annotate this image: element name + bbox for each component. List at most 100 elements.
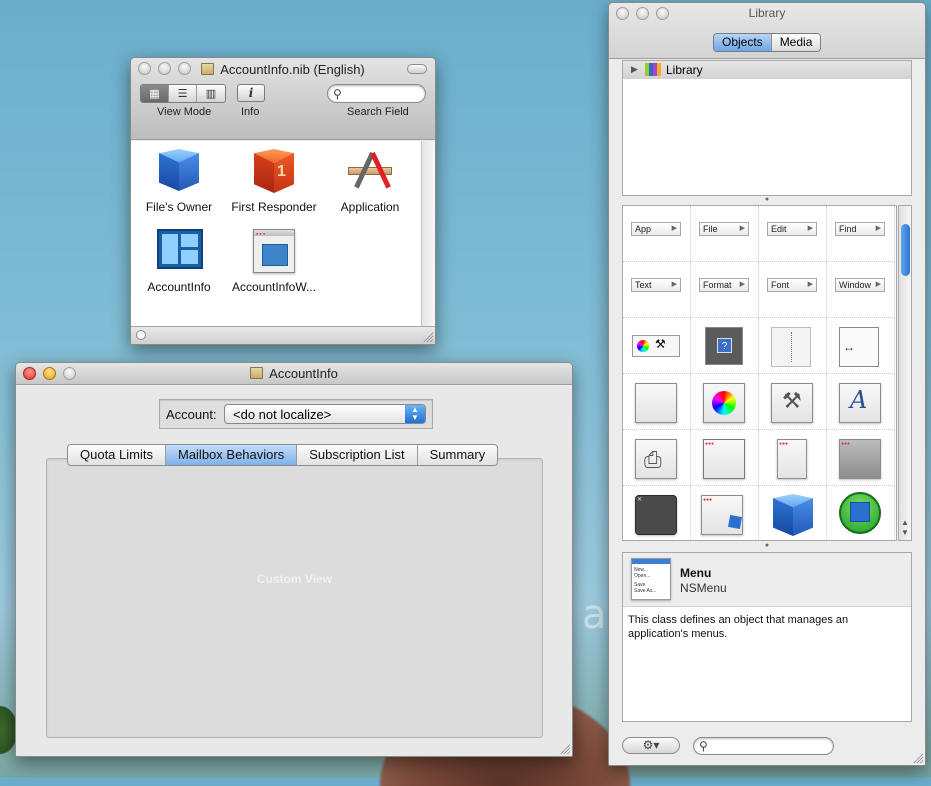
account-info-window: AccountInfo Account: <do not localize> ▲… <box>15 362 573 757</box>
account-popup-value: <do not localize> <box>233 407 332 422</box>
nib-search-input[interactable] <box>348 86 420 101</box>
account-titlebar[interactable]: AccountInfo <box>16 363 572 385</box>
arrow-right-icon: ▶ <box>807 281 813 288</box>
color-wheel-icon <box>712 391 736 415</box>
desktop-wallpaper-letter: a <box>582 592 607 638</box>
arrow-right-icon: ▶ <box>875 281 881 288</box>
scroll-arrows-icon[interactable]: ▲ ▼ <box>901 518 909 538</box>
library-item-print[interactable]: ⎙ <box>623 430 691 486</box>
blue-cube-icon <box>728 515 742 529</box>
tree-row-library[interactable]: ▶ Library <box>623 61 911 79</box>
nib-object-accountinfo-window[interactable]: ●●● AccountInfoW... <box>226 229 322 294</box>
arrow-right-icon: ▶ <box>739 225 745 232</box>
library-segment-control: Objects Media <box>713 33 822 52</box>
tools-icon: ⚒ <box>655 337 666 351</box>
library-item-flexible-space[interactable]: ↔ <box>827 318 895 374</box>
disclosure-triangle-icon[interactable]: ▶ <box>631 64 638 75</box>
library-item-toolbar-items[interactable]: ⚒ <box>623 318 691 374</box>
account-label: Account: <box>166 407 217 422</box>
resize-grip-icon[interactable] <box>422 331 433 342</box>
custom-view-placeholder: Custom View <box>256 572 333 586</box>
library-item-text-menu[interactable]: Text ▶ <box>623 262 691 318</box>
tab-mailbox-behaviors[interactable]: Mailbox Behaviors <box>165 445 298 465</box>
library-item-controller[interactable] <box>827 486 895 540</box>
library-item-edit-menu[interactable]: Edit ▶ <box>759 206 827 262</box>
gear-icon: ⚙▾ <box>642 738 660 752</box>
action-menu-button[interactable]: ⚙▾ <box>622 737 680 754</box>
segment-objects[interactable]: Objects <box>714 34 772 51</box>
list-view-icon[interactable]: ☰ <box>169 85 197 102</box>
tab-subscription-list[interactable]: Subscription List <box>297 445 418 465</box>
icon-view-icon[interactable]: ▦ <box>141 85 169 102</box>
segment-media[interactable]: Media <box>771 34 821 51</box>
nib-window-title: AccountInfo.nib (English) <box>131 62 435 77</box>
object-class-name: NSMenu <box>680 581 727 595</box>
library-item-object[interactable] <box>759 486 827 540</box>
library-item-textured-window[interactable]: ●●● <box>759 430 827 486</box>
scrollbar-thumb[interactable] <box>901 224 910 276</box>
library-item-customize-toolbar[interactable]: ⚒ <box>759 374 827 430</box>
arrow-right-icon: ▶ <box>739 281 745 288</box>
object-description-header: New... Open... Save Save As... Menu NSMe… <box>623 553 911 607</box>
resize-grip-icon[interactable] <box>559 743 570 754</box>
window-icon: ●●● <box>253 229 295 273</box>
tab-view: Custom View <box>46 458 543 738</box>
library-item-app-menu[interactable]: App ▶ <box>623 206 691 262</box>
close-icon: ✕ <box>637 497 643 503</box>
nib-titlebar[interactable]: AccountInfo.nib (English) ▦ ☰ ▥ View Mod… <box>131 58 435 140</box>
tab-quota-limits[interactable]: Quota Limits <box>68 445 166 465</box>
printer-icon: ⎙ <box>644 447 662 472</box>
resize-grip-icon[interactable] <box>912 752 923 763</box>
view-mode-control[interactable]: ▦ ☰ ▥ <box>140 84 226 103</box>
library-search-field[interactable]: ⚲ <box>693 737 834 755</box>
info-button[interactable]: i <box>237 84 265 102</box>
window-controls-icon: ●●● <box>703 497 713 503</box>
library-item-fonts[interactable]: A <box>827 374 895 430</box>
library-item-view[interactable] <box>623 374 691 430</box>
application-icon <box>348 149 392 193</box>
nib-vertical-scrollbar[interactable] <box>421 141 435 326</box>
blue-cube-icon <box>773 494 813 536</box>
account-window-title: AccountInfo <box>16 366 572 381</box>
tab-bar: Quota Limits Mailbox Behaviors Subscript… <box>67 444 499 466</box>
window-proxy-icon <box>250 367 264 379</box>
library-item-font-menu[interactable]: Font ▶ <box>759 262 827 318</box>
library-item-window-controller[interactable]: ●●● <box>691 486 759 540</box>
library-item-help-button[interactable]: ? <box>691 318 759 374</box>
nib-object-accountinfo[interactable]: AccountInfo <box>131 229 227 294</box>
library-item-window-menu[interactable]: Window ▶ <box>827 262 895 318</box>
library-search-input[interactable] <box>714 739 826 753</box>
library-item-find-menu[interactable]: Find ▶ <box>827 206 895 262</box>
nib-objects-area: File's Owner 1 First Responder Applicati… <box>131 141 421 326</box>
nib-document-window: AccountInfo.nib (English) ▦ ☰ ▥ View Mod… <box>130 57 436 345</box>
library-item-format-menu[interactable]: Format ▶ <box>691 262 759 318</box>
arrow-right-icon: ▶ <box>875 225 881 232</box>
account-popup-button[interactable]: <do not localize> ▲ ▼ <box>224 404 426 424</box>
menu-preview-icon: New... Open... Save Save As... <box>631 558 671 600</box>
library-titlebar[interactable]: Library Objects Media <box>609 3 925 59</box>
arrow-right-icon: ▶ <box>671 281 677 288</box>
object-description-pane: New... Open... Save Save As... Menu NSMe… <box>622 552 912 722</box>
account-window-body: Account: <do not localize> ▲ ▼ Custom Vie… <box>16 386 572 756</box>
library-grid-scrollbar[interactable]: ▲ ▼ <box>898 205 912 541</box>
nib-object-first-responder[interactable]: 1 First Responder <box>226 149 322 214</box>
library-item-hud-window[interactable]: ●●● <box>827 430 895 486</box>
library-item-panel[interactable]: ✕ <box>623 486 691 540</box>
splitter-handle-icon[interactable]: ● <box>622 542 912 550</box>
tab-summary[interactable]: Summary <box>417 445 498 465</box>
splitter-handle-icon[interactable]: ● <box>622 196 912 204</box>
nib-object-application[interactable]: Application <box>322 149 418 214</box>
column-view-icon[interactable]: ▥ <box>197 85 225 102</box>
toolbar-toggle-button[interactable] <box>407 64 427 74</box>
nib-search-field[interactable]: ⚲ <box>327 84 426 103</box>
library-panel: Library Objects Media ▶ Library ● App ▶ F… <box>608 2 926 766</box>
library-item-vertical-line[interactable] <box>759 318 827 374</box>
vertical-separator-icon <box>791 332 792 362</box>
library-item-file-menu[interactable]: File ▶ <box>691 206 759 262</box>
window-controls-icon: ●●● <box>841 441 851 447</box>
help-icon: ? <box>717 338 732 353</box>
library-item-color-picker[interactable] <box>691 374 759 430</box>
library-item-window[interactable]: ●●● <box>691 430 759 486</box>
nib-object-files-owner[interactable]: File's Owner <box>131 149 227 214</box>
tools-icon: ⚒ <box>782 388 802 413</box>
